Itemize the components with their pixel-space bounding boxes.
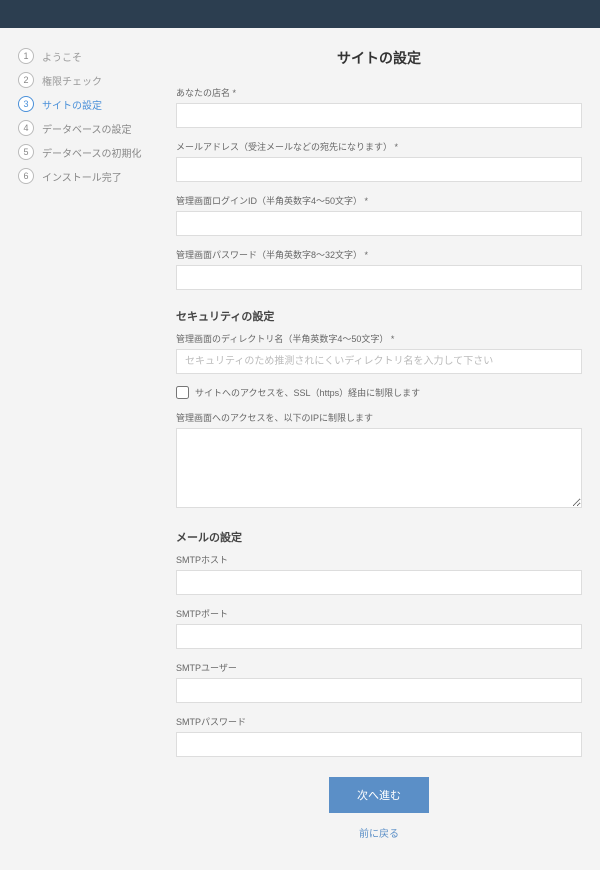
field-login-id: 管理画面ログインID（半角英数字4～50文字） * (176, 194, 582, 236)
input-admin-dir[interactable] (176, 349, 582, 374)
step-install-complete: 6 インストール完了 (18, 168, 148, 184)
step-welcome: 1 ようこそ (18, 48, 148, 64)
input-smtp-port[interactable] (176, 624, 582, 649)
label-login-id: 管理画面ログインID（半角英数字4～50文字） * (176, 194, 582, 207)
step-database-settings: 4 データベースの設定 (18, 120, 148, 136)
field-login-pass: 管理画面パスワード（半角英数字8～32文字） * (176, 248, 582, 290)
input-smtp-user[interactable] (176, 678, 582, 703)
label-ssl: サイトへのアクセスを、SSL（https）経由に制限します (195, 386, 420, 399)
field-smtp-user: SMTPユーザー (176, 661, 582, 703)
label-admin-dir: 管理画面のディレクトリ名（半角英数字4～50文字） * (176, 332, 582, 345)
label-login-pass: 管理画面パスワード（半角英数字8～32文字） * (176, 248, 582, 261)
form-actions: 次へ進む 前に戻る (176, 777, 582, 840)
checkbox-ssl[interactable] (176, 386, 189, 399)
back-link[interactable]: 前に戻る (176, 825, 582, 840)
step-label: インストール完了 (42, 169, 122, 184)
label-smtp-host: SMTPホスト (176, 553, 582, 566)
label-smtp-user: SMTPユーザー (176, 661, 582, 674)
label-smtp-pass: SMTPパスワード (176, 715, 582, 728)
page-title: サイトの設定 (176, 48, 582, 68)
step-label: データベースの設定 (42, 121, 132, 136)
step-database-init: 5 データベースの初期化 (18, 144, 148, 160)
content-wrapper: 1 ようこそ 2 権限チェック 3 サイトの設定 4 データベースの設定 5 デ… (0, 28, 600, 870)
step-num: 6 (18, 168, 34, 184)
textarea-ip-restrict[interactable] (176, 428, 582, 508)
step-label: 権限チェック (42, 73, 102, 88)
label-email: メールアドレス（受注メールなどの宛先になります） * (176, 140, 582, 153)
step-site-settings: 3 サイトの設定 (18, 96, 148, 112)
step-num: 5 (18, 144, 34, 160)
heading-mail: メールの設定 (176, 529, 582, 545)
step-label: ようこそ (42, 49, 82, 64)
field-smtp-host: SMTPホスト (176, 553, 582, 595)
step-num: 3 (18, 96, 34, 112)
field-ssl: サイトへのアクセスを、SSL（https）経由に制限します (176, 386, 582, 399)
step-label: データベースの初期化 (42, 145, 142, 160)
field-smtp-pass: SMTPパスワード (176, 715, 582, 757)
input-shop-name[interactable] (176, 103, 582, 128)
heading-security: セキュリティの設定 (176, 308, 582, 324)
input-email[interactable] (176, 157, 582, 182)
step-label: サイトの設定 (42, 97, 102, 112)
install-steps-nav: 1 ようこそ 2 権限チェック 3 サイトの設定 4 データベースの設定 5 デ… (18, 48, 148, 840)
step-num: 4 (18, 120, 34, 136)
next-button[interactable]: 次へ進む (329, 777, 429, 813)
step-num: 1 (18, 48, 34, 64)
input-login-pass[interactable] (176, 265, 582, 290)
label-smtp-port: SMTPポート (176, 607, 582, 620)
field-admin-dir: 管理画面のディレクトリ名（半角英数字4～50文字） * (176, 332, 582, 374)
input-smtp-pass[interactable] (176, 732, 582, 757)
label-ip-restrict: 管理画面へのアクセスを、以下のIPに制限します (176, 411, 582, 424)
field-email: メールアドレス（受注メールなどの宛先になります） * (176, 140, 582, 182)
input-smtp-host[interactable] (176, 570, 582, 595)
field-smtp-port: SMTPポート (176, 607, 582, 649)
step-permission: 2 権限チェック (18, 72, 148, 88)
field-shop-name: あなたの店名 * (176, 86, 582, 128)
topbar (0, 0, 600, 28)
main-form: サイトの設定 あなたの店名 * メールアドレス（受注メールなどの宛先になります）… (176, 48, 582, 840)
field-ip-restrict: 管理画面へのアクセスを、以下のIPに制限します (176, 411, 582, 511)
step-num: 2 (18, 72, 34, 88)
label-shop-name: あなたの店名 * (176, 86, 582, 99)
input-login-id[interactable] (176, 211, 582, 236)
